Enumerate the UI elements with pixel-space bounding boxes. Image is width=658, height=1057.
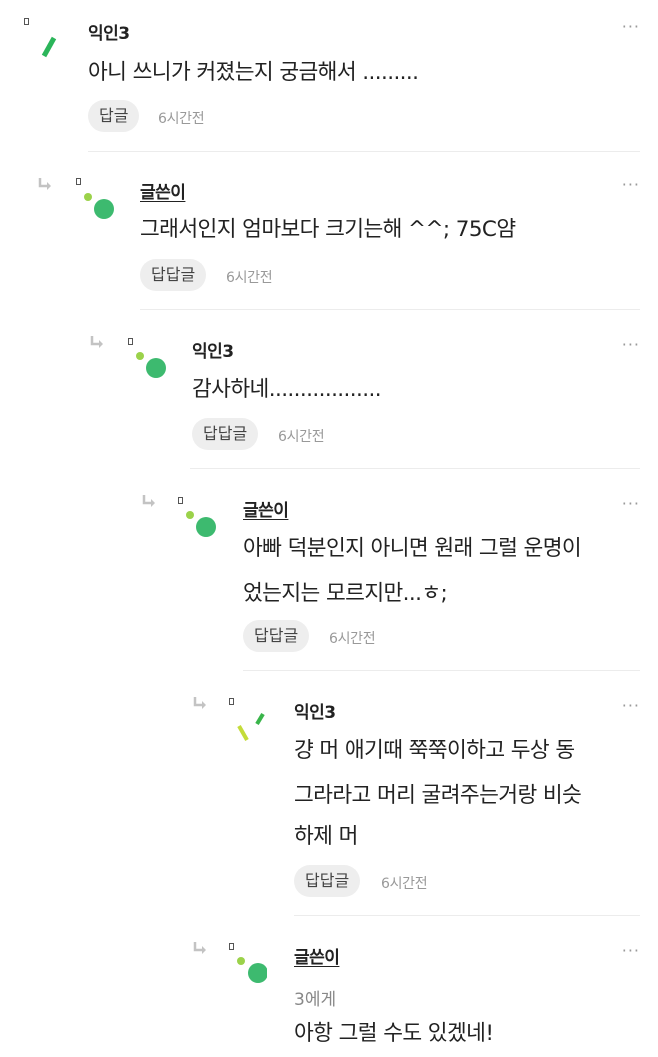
divider	[294, 915, 640, 916]
avatar[interactable]	[229, 943, 267, 987]
comment-text-line: 그래서인지 엄마보다 크기는해 ^^; 75C얌	[140, 217, 516, 242]
divider	[140, 309, 640, 310]
timestamp: 6시간전	[158, 111, 205, 127]
comment-author[interactable]: 글쓴이	[294, 943, 340, 968]
comment-author[interactable]: 글쓴이	[140, 178, 186, 203]
more-options-icon[interactable]: ···	[622, 177, 640, 193]
comment-text-line: 걍 머 애기때 쭉쭉이하고 두상 동	[294, 738, 575, 763]
more-options-icon[interactable]: ···	[622, 337, 640, 353]
timestamp: 6시간전	[329, 631, 376, 647]
reply-arrow-icon	[90, 336, 103, 348]
comment-author[interactable]: 익인3	[192, 337, 234, 362]
reply-arrow-icon	[193, 942, 206, 954]
reply-button[interactable]: 답답글	[243, 620, 310, 652]
reply-arrow-icon	[193, 697, 206, 709]
reply-arrow-icon	[38, 178, 51, 190]
reply-arrow-icon	[142, 495, 155, 507]
avatar[interactable]	[76, 178, 114, 222]
comment-text-line: 아항 그럴 수도 있겠네!	[294, 1021, 494, 1046]
reply-button[interactable]: 답글	[88, 100, 140, 132]
divider	[190, 468, 640, 469]
reply-button[interactable]: 답답글	[140, 259, 207, 291]
avatar[interactable]	[128, 338, 166, 382]
avatar[interactable]	[24, 18, 62, 62]
timestamp: 6시간전	[381, 876, 428, 892]
avatar[interactable]	[178, 497, 216, 541]
mention-label: 3에게	[294, 990, 337, 1010]
more-options-icon[interactable]: ···	[622, 496, 640, 512]
divider	[243, 670, 640, 671]
timestamp: 6시간전	[278, 429, 325, 445]
timestamp: 6시간전	[226, 270, 273, 286]
comment-text-line: 었는지는 모르지만...ㅎ;	[243, 581, 448, 606]
reply-button[interactable]: 답답글	[294, 865, 361, 897]
avatar[interactable]	[229, 698, 267, 742]
reply-button[interactable]: 답답글	[192, 418, 259, 450]
comment-text-line: 아빠 덕분인지 아니면 원래 그럴 운명이	[243, 536, 582, 561]
more-options-icon[interactable]: ···	[622, 943, 640, 959]
divider	[88, 151, 640, 152]
comment-author[interactable]: 익인3	[294, 698, 336, 723]
more-options-icon[interactable]: ···	[622, 19, 640, 35]
comment-author[interactable]: 익인3	[88, 19, 130, 44]
comment-author[interactable]: 글쓴이	[243, 496, 289, 521]
comment-text-line: 감사하네..................	[192, 377, 382, 402]
more-options-icon[interactable]: ···	[622, 698, 640, 714]
comment-text-line: 아니 쓰니가 커졌는지 궁금해서 .........	[88, 60, 419, 85]
comment-text-line: 그라라고 머리 굴려주는거랑 비슷	[294, 783, 582, 808]
comment-text-line: 하제 머	[294, 824, 358, 849]
